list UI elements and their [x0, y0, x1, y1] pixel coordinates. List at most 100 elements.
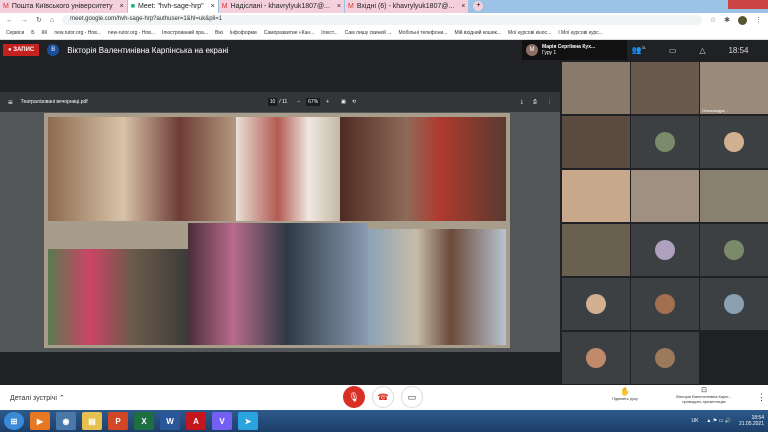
page-input[interactable]: 10	[267, 98, 278, 106]
bookmark[interactable]: Ілюст...	[321, 30, 337, 36]
participant-tile[interactable]	[631, 170, 699, 222]
close-icon[interactable]: ×	[120, 3, 124, 10]
meeting-details-button[interactable]: Деталі зустрічі ⌃	[10, 394, 65, 402]
acrobat-icon[interactable]: A	[186, 412, 206, 430]
bookmark[interactable]: new.rutor.org - Нов...	[54, 30, 101, 36]
close-icon[interactable]: ×	[211, 3, 215, 10]
menu-icon[interactable]: ≡	[8, 98, 13, 107]
participant-tile[interactable]	[631, 116, 699, 168]
pdf-page-collage	[44, 113, 510, 348]
reload-icon[interactable]: ↻	[36, 16, 42, 24]
bookmark[interactable]: Інфоформи	[230, 30, 257, 36]
bookmark[interactable]: І Мої курсові курс...	[558, 30, 603, 36]
participant-tile[interactable]	[562, 224, 630, 276]
participant-tile[interactable]	[631, 62, 699, 114]
clock-time: 18:54	[728, 45, 749, 55]
word-icon[interactable]: W	[160, 412, 180, 430]
photo	[236, 117, 340, 221]
window-controls[interactable]	[728, 0, 768, 9]
browser-tab[interactable]: M Надіслані - khavrylyuk1807@... ×	[218, 0, 344, 13]
participant-tile[interactable]	[700, 278, 768, 330]
excel-icon[interactable]: X	[134, 412, 154, 430]
avatar	[655, 348, 675, 368]
zoom-input[interactable]: 67%	[306, 98, 321, 106]
explorer-icon[interactable]: ▤	[82, 412, 102, 430]
avatar	[586, 294, 606, 314]
active-speaker: М Марія Сергіївна Кух... Гуру 1	[522, 40, 627, 60]
photo	[188, 223, 368, 345]
star-icon[interactable]: ☆	[710, 16, 716, 24]
people-icon[interactable]: 👥31	[631, 45, 645, 55]
start-button[interactable]: ⊞	[4, 412, 24, 430]
back-icon[interactable]: ←	[6, 17, 13, 24]
url-input[interactable]: meet.google.com/hvh-sage-hrp?authuser=1&…	[62, 15, 702, 25]
address-bar-row: ← → ↻ ⌂ meet.google.com/hvh-sage-hrp?authus…	[0, 13, 768, 27]
bookmark[interactable]: Саморазвитие «Кан...	[264, 30, 315, 36]
participant-tile[interactable]	[562, 170, 630, 222]
browser-tab[interactable]: M Вхідні (6) - khavrylyuk1807@... ×	[345, 0, 469, 13]
extensions-icon[interactable]: ✱	[724, 16, 730, 24]
camera-button[interactable]: ▭	[401, 386, 423, 408]
avatar	[655, 294, 675, 314]
download-icon[interactable]: ⤓	[521, 99, 523, 105]
participant-tile[interactable]	[700, 224, 768, 276]
participant-tile[interactable]	[562, 62, 630, 114]
bookmark[interactable]: Вікі	[215, 30, 223, 36]
avatar	[655, 132, 675, 152]
activities-icon[interactable]: △	[699, 46, 705, 55]
avatar: В	[47, 44, 60, 56]
home-icon[interactable]: ⌂	[50, 17, 54, 24]
bookmark[interactable]: Сам лишу свиней ...	[345, 30, 392, 36]
powerpoint-icon[interactable]: P	[108, 412, 128, 430]
forward-icon[interactable]: →	[21, 17, 28, 24]
browser-tab[interactable]: M Пошта Київського університету ×	[0, 0, 127, 13]
meet-icon: ■	[130, 3, 135, 10]
zoom-out-button[interactable]: −	[297, 99, 300, 105]
system-tray: UK ▲ ⚑ ▭ 🔊 18:54 21.05.2021	[691, 415, 764, 427]
bookmark[interactable]: Б	[31, 30, 34, 36]
participant-tile[interactable]	[631, 224, 699, 276]
participant-tile[interactable]	[700, 170, 768, 222]
menu-icon[interactable]: ⋮	[755, 16, 762, 24]
bookmark[interactable]: new-rutor.org - Нов...	[108, 30, 155, 36]
zoom-in-button[interactable]: +	[326, 99, 329, 105]
more-icon[interactable]: ⋮	[547, 99, 552, 105]
print-icon[interactable]: ⎙	[533, 99, 537, 105]
new-tab-button[interactable]: +	[473, 1, 484, 11]
participant-tile[interactable]	[562, 332, 630, 384]
chat-icon[interactable]: ▭	[669, 46, 677, 55]
bookmark[interactable]: Мої курсові кінос...	[508, 30, 551, 36]
close-icon[interactable]: ×	[337, 3, 341, 10]
avatar: М	[526, 44, 538, 56]
participant-tile[interactable]	[700, 116, 768, 168]
mic-off-button[interactable]: 🎙	[343, 386, 365, 408]
avatar	[724, 294, 744, 314]
participant-tile[interactable]	[562, 278, 630, 330]
tray-icons[interactable]: ▲ ⚑ ▭ 🔊	[706, 418, 731, 424]
bookmark[interactable]: Мій вхідний кошик...	[454, 30, 501, 36]
rotate-icon[interactable]: ⟲	[352, 99, 356, 105]
close-icon[interactable]: ×	[461, 3, 465, 10]
taskbar: ⊞ ▶ ◉ ▤ P X W A V ➤ UK ▲ ⚑ ▭ 🔊 18:54 21.05.…	[0, 410, 768, 432]
more-options-icon[interactable]: ⋮	[757, 392, 766, 403]
media-player-icon[interactable]: ▶	[30, 412, 50, 430]
bookmark[interactable]: Мобільні телефони...	[399, 30, 448, 36]
participant-tile[interactable]	[562, 116, 630, 168]
browser-tab-active[interactable]: ■ Meet: "hvh-sage-hrp" ×	[127, 0, 218, 13]
participant-tile[interactable]	[631, 332, 699, 384]
bookmark[interactable]: Ілюстрований пра...	[162, 30, 208, 36]
presentation-button[interactable]: ⊡ Вікторія Валентинівна Карпі... проводить…	[664, 386, 744, 404]
chrome-icon[interactable]: ◉	[56, 412, 76, 430]
telegram-icon[interactable]: ➤	[238, 412, 258, 430]
presenting-text: Вікторія Валентинівна Карпінська на екра…	[67, 45, 229, 55]
raise-hand-button[interactable]: ✋ Підніміть руку	[612, 387, 638, 401]
recording-badge: ● ЗАПИС	[3, 44, 40, 56]
profile-avatar[interactable]	[738, 15, 747, 25]
viber-icon[interactable]: V	[212, 412, 232, 430]
participant-tile[interactable]: Олександра ...	[700, 62, 768, 114]
participant-tile[interactable]	[631, 278, 699, 330]
fit-page-icon[interactable]: ▣	[341, 99, 346, 105]
bookmark[interactable]: КК	[42, 30, 48, 36]
bookmark[interactable]: Сервіси	[6, 30, 24, 36]
hang-up-button[interactable]: ☎	[372, 386, 394, 408]
